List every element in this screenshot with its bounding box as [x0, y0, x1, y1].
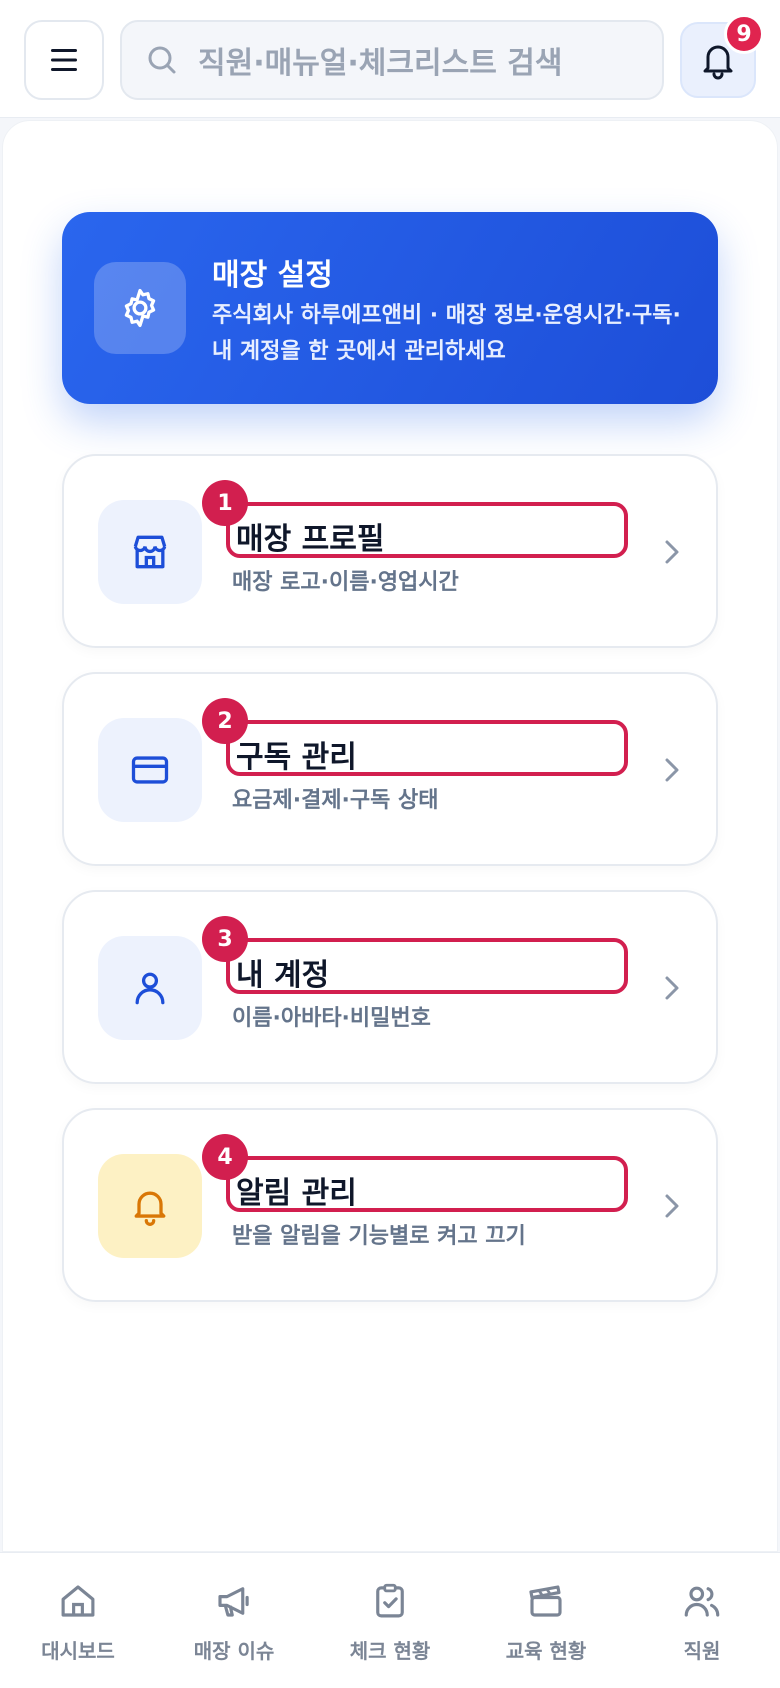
card-title: 구독 관리: [236, 740, 357, 775]
subscription-card[interactable]: 구독 관리 2 요금제·결제·구독 상태: [62, 672, 718, 866]
card-icon-box: [98, 718, 202, 822]
search-input[interactable]: 직원·매뉴얼·체크리스트 검색: [120, 20, 664, 100]
bottom-nav: 대시보드 매장 이슈 체크 현황 교육 현황 직원: [0, 1552, 780, 1688]
megaphone-icon: [212, 1579, 256, 1623]
title-highlight: 매장 프로필: [226, 502, 628, 558]
step-badge: 4: [202, 1134, 248, 1180]
card-description: 이름·아바타·비밀번호: [232, 1006, 431, 1031]
card-title: 매장 프로필: [236, 522, 385, 557]
card-title: 내 계정: [236, 958, 330, 993]
store-settings-banner: 매장 설정 주식회사 하루에프앤비 · 매장 정보·운영시간·구독·내 계정을 …: [62, 212, 718, 404]
title-highlight: 구독 관리: [226, 720, 628, 776]
notification-settings-card[interactable]: 알림 관리 4 받을 알림을 기능별로 켜고 끄기: [62, 1108, 718, 1302]
search-placeholder: 직원·매뉴얼·체크리스트 검색: [198, 46, 563, 81]
notification-badge: 9: [724, 14, 764, 54]
card-title: 알림 관리: [236, 1176, 357, 1211]
nav-label: 교육 현황: [505, 1639, 587, 1663]
card-icon-box: [98, 936, 202, 1040]
hero-icon-box: [94, 262, 186, 354]
chevron-right-icon: [656, 754, 688, 786]
nav-store-issues[interactable]: 매장 이슈: [156, 1553, 312, 1688]
nav-training-status[interactable]: 교육 현황: [468, 1553, 624, 1688]
clapperboard-icon: [524, 1579, 568, 1623]
card-icon-box: [98, 500, 202, 604]
nav-check-status[interactable]: 체크 현황: [312, 1553, 468, 1688]
nav-staff[interactable]: 직원: [624, 1553, 780, 1688]
hero-description: 주식회사 하루에프앤비 · 매장 정보·운영시간·구독·내 계정을 한 곳에서 …: [212, 303, 681, 364]
nav-label: 매장 이슈: [193, 1639, 275, 1663]
nav-label: 대시보드: [41, 1639, 115, 1663]
step-badge: 3: [202, 916, 248, 962]
users-icon: [680, 1579, 724, 1623]
nav-dashboard[interactable]: 대시보드: [0, 1553, 156, 1688]
search-icon: [146, 44, 178, 76]
nav-label: 직원: [683, 1639, 721, 1663]
step-badge: 1: [202, 480, 248, 526]
nav-label: 체크 현황: [349, 1639, 431, 1663]
hamburger-icon: [51, 49, 77, 71]
home-icon: [56, 1579, 100, 1623]
bell-icon: [134, 1191, 166, 1226]
top-bar: 직원·매뉴얼·체크리스트 검색 9: [0, 0, 780, 118]
store-profile-card[interactable]: 매장 프로필 1 매장 로고·이름·영업시간: [62, 454, 718, 648]
user-icon: [135, 972, 165, 1005]
chevron-right-icon: [656, 536, 688, 568]
credit-card-icon: [131, 756, 169, 784]
hero-title: 매장 설정: [212, 258, 333, 293]
my-account-card[interactable]: 내 계정 3 이름·아바타·비밀번호: [62, 890, 718, 1084]
card-icon-box: [98, 1154, 202, 1258]
card-description: 받을 알림을 기능별로 켜고 끄기: [232, 1224, 526, 1249]
card-description: 요금제·결제·구독 상태: [232, 788, 439, 813]
chevron-right-icon: [656, 972, 688, 1004]
gear-icon: [124, 288, 156, 328]
title-highlight: 알림 관리: [226, 1156, 628, 1212]
chevron-right-icon: [656, 1190, 688, 1222]
title-highlight: 내 계정: [226, 938, 628, 994]
step-badge: 2: [202, 698, 248, 744]
clipboard-check-icon: [368, 1579, 412, 1623]
card-description: 매장 로고·이름·영업시간: [232, 570, 459, 595]
store-icon: [133, 535, 167, 569]
menu-button[interactable]: [24, 20, 104, 100]
